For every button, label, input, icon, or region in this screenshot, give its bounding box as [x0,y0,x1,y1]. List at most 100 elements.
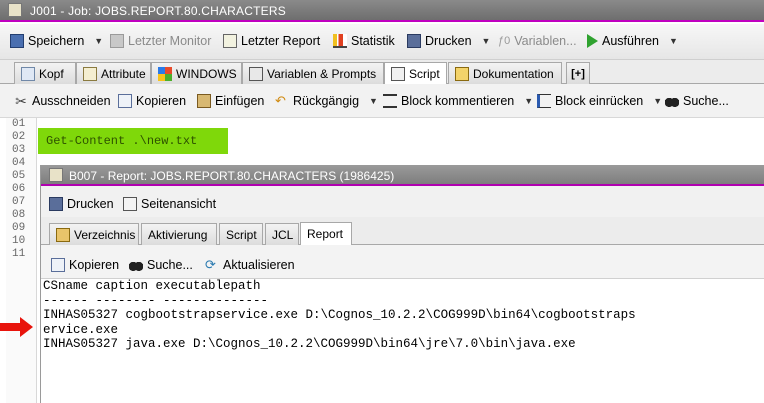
copy-icon [118,94,132,108]
page-preview-icon [123,197,137,211]
tab-kopf[interactable]: Kopf [14,62,76,84]
report-search-button[interactable]: Suche... [129,258,193,272]
report-copy-button[interactable]: Kopieren [51,258,119,272]
indent-block-button[interactable]: Block einrücken ▼ [537,94,662,108]
tab-label: Aktivierung [148,227,208,242]
last-monitor-label: Letzter Monitor [128,34,212,48]
variable-icon: ƒ0 [498,35,511,47]
job-icon [8,3,22,17]
tab-jcl[interactable]: JCL [265,223,299,245]
book-icon [455,66,469,81]
report-output[interactable]: CSname caption executablepath ------ ---… [41,279,764,403]
undo-arrow-icon: ↶ [275,93,286,108]
report-search-label: Suche... [147,258,193,272]
report-content-toolbar: Kopieren Suche... ⟳ Aktualisieren [41,245,764,279]
tab-report[interactable]: Report [300,222,352,245]
variables-label: Variablen... [514,34,577,48]
main-toolbar: Speichern ▼ Letzter Monitor Letzter Repo… [0,24,764,60]
folder-icon [56,227,70,242]
copy-label: Kopieren [136,94,187,108]
save-label: Speichern [28,34,85,48]
window-title: J001 - Job: JOBS.REPORT.80.CHARACTERS [30,4,286,18]
tab-label: Script [226,227,257,242]
red-arrow-icon [0,317,33,337]
tab-report-script[interactable]: Script [219,223,263,245]
report-copy-label: Kopieren [69,258,120,272]
document-icon [21,66,35,81]
comment-block-icon [383,94,397,108]
tab-windows[interactable]: WINDOWS [151,62,242,84]
copy-icon [51,258,65,272]
chevron-down-icon[interactable]: ▼ [653,96,662,106]
chevron-down-icon[interactable]: ▼ [524,96,533,106]
refresh-button[interactable]: ⟳ Aktualisieren [205,257,295,273]
cut-button[interactable]: ✂ Ausschneiden [14,94,111,108]
save-button[interactable]: Speichern ▼ [10,34,103,48]
report-icon [49,168,63,182]
report-print-button[interactable]: Drucken [49,197,114,211]
tab-dokumentation[interactable]: Dokumentation [448,62,562,84]
search-button[interactable]: Suche... [665,94,729,108]
tab-label: Verzeichnis [74,227,136,242]
binoculars-icon [665,94,679,108]
tab-label: Dokumentation [473,66,554,81]
statistics-label: Statistik [351,34,395,48]
report-icon [223,34,237,48]
last-report-button[interactable]: Letzter Report [223,34,320,48]
report-print-label: Drucken [67,197,114,211]
cut-label: Ausschneiden [32,94,111,108]
tab-label: Attribute [101,66,146,81]
print-label: Drucken [425,34,472,48]
printer-icon [407,34,421,48]
run-button[interactable]: Ausführen ▼ [587,34,678,48]
tab-verzeichnis[interactable]: Verzeichnis [49,223,139,245]
chevron-down-icon[interactable]: ▼ [94,36,103,46]
tab-label: Kopf [39,66,64,81]
line-number: 07 [12,196,26,208]
line-number: 03 [12,144,26,156]
last-report-label: Letzter Report [241,34,321,48]
tab-label: JCL [272,227,294,242]
comment-block-label: Block kommentieren [401,94,515,108]
report-window-titlebar: B007 - Report: JOBS.REPORT.80.CHARACTERS… [41,165,764,186]
copy-button[interactable]: Kopieren [118,94,186,108]
indent-block-label: Block einrücken [555,94,644,108]
report-tab-bar: Verzeichnis Aktivierung Script JCL Repor… [41,217,764,245]
highlighted-code-line[interactable]: Get-Content .\new.txt [38,128,228,154]
paste-button[interactable]: Einfügen [197,94,264,108]
line-number: 05 [12,170,26,182]
run-label: Ausführen [602,34,659,48]
refresh-label: Aktualisieren [223,258,295,272]
page-view-button[interactable]: Seitenansicht [123,197,216,211]
variables-button[interactable]: ƒ0 Variablen... [498,34,577,48]
clipboard-icon [197,94,211,108]
chart-icon [333,34,347,48]
tab-attribute[interactable]: Attribute [76,62,151,84]
line-number: 10 [12,235,26,247]
report-output-line: ervice.exe [43,322,119,337]
last-monitor-button[interactable]: Letzter Monitor [110,34,211,48]
variables-icon [249,66,263,81]
line-number: 01 [12,118,26,130]
tab-label: Variablen & Prompts [267,66,377,81]
chevron-down-icon[interactable]: ▼ [482,36,491,46]
paste-label: Einfügen [215,94,265,108]
chevron-down-icon[interactable]: ▼ [669,36,678,46]
tab-aktivierung[interactable]: Aktivierung [141,223,217,245]
refresh-icon: ⟳ [205,257,216,272]
comment-block-button[interactable]: Block kommentieren ▼ [383,94,533,108]
add-tab-button[interactable]: [+] [566,62,590,84]
undo-label: Rückgängig [293,94,360,108]
statistics-button[interactable]: Statistik [333,34,395,48]
print-button[interactable]: Drucken ▼ [407,34,490,48]
binoculars-icon [129,258,143,272]
play-icon [587,34,598,48]
tab-script[interactable]: Script [384,62,447,85]
report-window: B007 - Report: JOBS.REPORT.80.CHARACTERS… [40,165,764,403]
indent-icon [537,94,551,108]
line-number: 02 [12,131,26,143]
monitor-icon [110,34,124,48]
tab-variables-prompts[interactable]: Variablen & Prompts [242,62,384,84]
undo-button[interactable]: ↶ Rückgängig ▼ [275,93,378,109]
chevron-down-icon[interactable]: ▼ [369,96,378,106]
